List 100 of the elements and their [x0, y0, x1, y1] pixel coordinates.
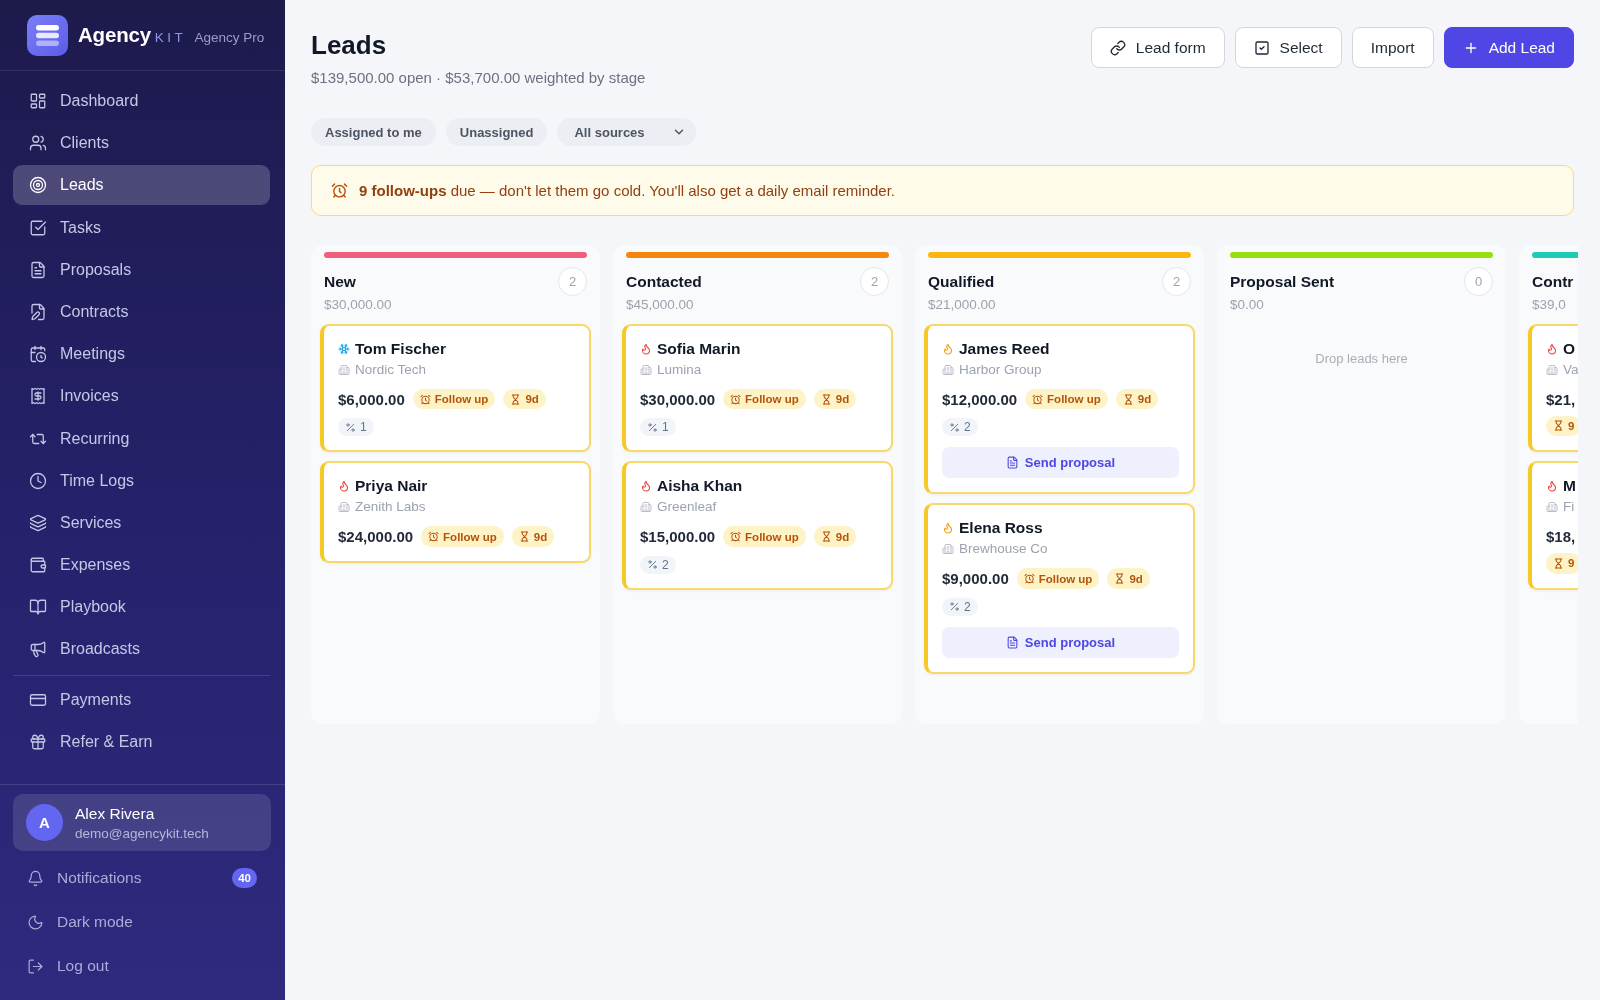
receipt-icon: [29, 387, 47, 406]
building-icon: [338, 363, 350, 376]
lead-card[interactable]: M Fi $18, 9: [1528, 461, 1578, 590]
header-button[interactable]: Select: [1234, 27, 1342, 68]
nav-item[interactable]: Recurring: [13, 418, 270, 459]
alarm-clock-icon: [730, 531, 742, 542]
flame-icon: [640, 480, 652, 492]
deal-value: $6,000.00: [338, 389, 405, 410]
tag-label: 9d: [1129, 571, 1143, 586]
percent-icon: [345, 421, 356, 433]
send-proposal-button[interactable]: Send proposal: [942, 626, 1179, 658]
grid-icon: [29, 92, 47, 110]
column-title: Contr: [1532, 272, 1574, 291]
alarm-clock-icon: [1032, 393, 1044, 405]
tag-label: 9d: [533, 529, 548, 544]
send-proposal-button[interactable]: Send proposal: [942, 447, 1179, 478]
nav-item[interactable]: Broadcasts: [13, 629, 270, 670]
lead-card[interactable]: Sofia Marin Lumina $30,000.00 Follow up 9d 1: [622, 323, 893, 452]
lead-name: M: [1563, 476, 1576, 496]
nav-item[interactable]: Services: [13, 502, 270, 543]
user-avatar: A: [26, 804, 63, 841]
page-title: Leads: [311, 29, 388, 61]
nav-item[interactable]: Contracts: [13, 291, 270, 332]
lead-card[interactable]: Aisha Khan Greenleaf $15,000.00 Follow up 9d 2: [622, 461, 893, 590]
percent-icon: [647, 421, 658, 433]
building-icon: [1546, 363, 1558, 376]
tag-label: 9d: [525, 392, 539, 406]
tag-label: 1: [360, 420, 367, 434]
nav-item[interactable]: Dashboard: [13, 81, 270, 121]
lead-card[interactable]: Priya Nair Zenith Labs $24,000.00 Follow up 9d: [320, 461, 591, 563]
nav-item[interactable]: Invoices: [13, 376, 270, 417]
header-button[interactable]: Import: [1351, 27, 1434, 68]
target-icon: [29, 176, 47, 195]
link-icon: [1109, 39, 1126, 56]
column-title: Proposal Sent: [1230, 272, 1335, 291]
users-icon: [29, 134, 47, 153]
checkbox-icon: [1253, 39, 1270, 56]
nav-item[interactable]: Proposals: [13, 249, 270, 290]
alarm-clock-icon: [1023, 573, 1035, 584]
hourglass-icon: [518, 531, 530, 542]
plan-label: Agency Pro: [194, 30, 265, 45]
nav-item[interactable]: Playbook: [13, 587, 270, 628]
sidebar-footer-item[interactable]: Dark mode: [13, 900, 271, 944]
nav-item[interactable]: Tasks: [13, 207, 270, 248]
percent-icon: [949, 601, 960, 612]
tag-label: 9: [1568, 418, 1575, 433]
lead-card[interactable]: Tom Fischer Nordic Tech $6,000.00 Follow up 9d 1: [320, 323, 591, 452]
company-name: Va: [1563, 360, 1578, 379]
user-email: demo@agencykit.tech: [75, 824, 209, 842]
lead-card[interactable]: James Reed Harbor Group $12,000.00 Follow up 9d 2 Send proposal: [924, 323, 1195, 494]
tag-label: 9: [1568, 556, 1575, 571]
sidebar-footer-item[interactable]: Notifications 40: [13, 856, 271, 900]
tag-label: 9d: [835, 392, 850, 406]
nav-item[interactable]: Payments: [13, 679, 270, 720]
source-select[interactable]: All sources: [557, 118, 696, 146]
building-icon: [942, 363, 954, 376]
deal-value: $30,000.00: [640, 389, 716, 410]
company-name: Fi: [1563, 498, 1575, 516]
nav-item[interactable]: Meetings: [13, 334, 270, 375]
deal-value: $12,000.00: [942, 389, 1018, 410]
wallet-icon: [29, 556, 47, 575]
flame-icon: [942, 342, 954, 355]
column-total: $39,0: [1532, 296, 1566, 314]
lead-count: 2: [860, 267, 889, 296]
tag-label: 9d: [835, 529, 850, 544]
sidebar-footer-item[interactable]: Log out: [13, 944, 271, 988]
company-name: Greenleaf: [657, 498, 717, 516]
checkbox-icon: [29, 218, 47, 237]
user-card[interactable]: A Alex Rivera demo@agencykit.tech: [13, 794, 271, 851]
nav-item[interactable]: Expenses: [13, 545, 270, 586]
notification-count: 40: [232, 868, 257, 888]
column-total: $21,000.00: [928, 296, 996, 314]
layers-icon: [29, 513, 47, 532]
logout-icon: [27, 957, 44, 975]
tag-label: 2: [662, 557, 669, 572]
header-button[interactable]: Lead form: [1090, 27, 1225, 68]
column-total: $45,000.00: [626, 296, 694, 314]
document-icon: [29, 260, 47, 279]
nav-item[interactable]: Clients: [13, 123, 270, 164]
pipeline-summary: $139,500.00 open · $53,700.00 weighted by stage: [311, 68, 646, 88]
percent-icon: [647, 559, 658, 570]
nav-item[interactable]: Refer & Earn: [13, 722, 270, 762]
document-icon: [1005, 456, 1019, 469]
lead-card[interactable]: Elena Ross Brewhouse Co $9,000.00 Follow up 9d 2 Send proposal: [924, 503, 1195, 674]
nav-item[interactable]: Time Logs: [13, 460, 270, 501]
company-name: Harbor Group: [959, 360, 1042, 379]
lead-name: O: [1563, 338, 1576, 359]
company-name: Zenith Labs: [355, 498, 426, 516]
header-button[interactable]: Add Lead: [1443, 27, 1574, 68]
tag-label: Follow up: [745, 392, 799, 406]
building-icon: [640, 501, 652, 513]
lead-card[interactable]: O Va $21, 9: [1528, 323, 1578, 452]
document-pen-icon: [29, 302, 47, 321]
filter-chip[interactable]: Unassigned: [445, 118, 548, 146]
deal-value: $21,: [1546, 389, 1576, 410]
filter-chip[interactable]: Assigned to me: [311, 118, 436, 146]
hourglass-icon: [510, 393, 522, 405]
hourglass-icon: [1553, 420, 1564, 432]
nav-item[interactable]: Leads: [13, 165, 270, 206]
lead-count: 2: [558, 267, 587, 296]
